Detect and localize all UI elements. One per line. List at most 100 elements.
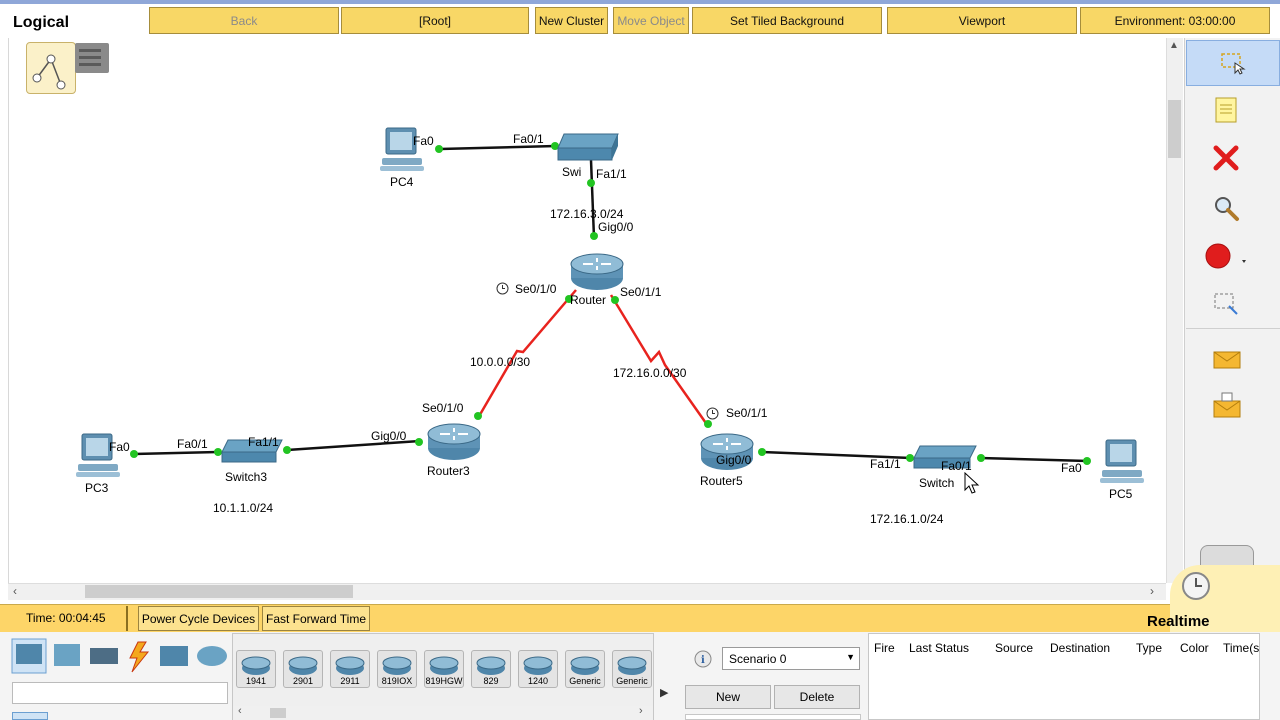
power-cycle-devices-button[interactable]: Power Cycle Devices	[138, 606, 259, 631]
router3-serial-label: Se0/1/0	[422, 401, 464, 415]
pdu-column-fire: Fire	[874, 641, 895, 655]
device-model-label: 2911	[340, 676, 360, 686]
resize-shape-icon[interactable]	[1196, 284, 1256, 324]
scroll-left-icon[interactable]: ‹	[13, 584, 17, 598]
chevron-down-icon: ▼	[846, 652, 855, 662]
device-model-829[interactable]: 829	[471, 650, 511, 688]
realtime-mode-label: Realtime	[1147, 613, 1210, 630]
router-se011-label: Se0/1/1	[620, 285, 662, 299]
device-model-scrollbar[interactable]	[233, 706, 653, 720]
device-model-label: 2901	[292, 676, 314, 686]
pdu-column-color: Color	[1180, 641, 1209, 655]
router-icon[interactable]	[569, 252, 625, 292]
switch3-port-left-label: Fa0/1	[177, 437, 208, 451]
add-complex-pdu-icon[interactable]	[1196, 386, 1256, 426]
switch3-name-label: Switch3	[225, 470, 268, 484]
pdu-column-last-status: Last Status	[909, 641, 970, 655]
router5-serial-label: Se0/1/1	[726, 406, 768, 420]
device-model-label: 1240	[527, 676, 549, 686]
router5-name-label: Router5	[700, 474, 743, 488]
network-top-label: 172.16.3.0/24	[550, 207, 624, 221]
device-model-scroll-thumb[interactable]	[270, 708, 286, 718]
pdu-column-type: Type	[1136, 641, 1163, 655]
device-model-label: 829	[483, 676, 499, 686]
network-left-lan-label: 10.1.1.0/24	[213, 501, 274, 515]
link-switch-router	[589, 159, 596, 239]
delete-icon[interactable]	[1196, 138, 1256, 178]
inspect-icon[interactable]	[1196, 188, 1256, 228]
new-scenario-button[interactable]: New	[685, 685, 771, 709]
dce-clock-icon	[496, 282, 509, 295]
router3-gig-label: Gig0/0	[371, 429, 407, 443]
svg-text:i: i	[701, 655, 705, 666]
scenario-select[interactable]: Scenario 0 ▼	[722, 647, 860, 670]
device-model-2911[interactable]: 2911	[330, 650, 370, 688]
router3-name-label: Router3	[427, 464, 470, 478]
serial-link-right	[609, 294, 710, 427]
network-left-serial-label: 10.0.0.0/30	[470, 355, 531, 369]
device-model-generic[interactable]: Generic	[565, 650, 605, 688]
device-model-label: 1941	[245, 676, 267, 686]
device-type-name-box	[12, 682, 228, 704]
pc5-name-label: PC5	[1109, 487, 1133, 501]
scroll-right-icon[interactable]: ›	[639, 705, 643, 717]
device-model-1941[interactable]: 1941	[236, 650, 276, 688]
pc5-port-label: Fa0	[1061, 461, 1082, 475]
device-category-bar	[10, 638, 230, 678]
expand-arrow-icon[interactable]: ▶	[660, 686, 668, 699]
device-model-819iox[interactable]: 819IOX	[377, 650, 417, 688]
serial-link-left	[476, 289, 577, 419]
link-pc3-switch3	[133, 450, 219, 456]
scenario-toggle-bar[interactable]	[685, 714, 861, 720]
router5-gig-label: Gig0/0	[716, 453, 752, 467]
horizontal-scroll-thumb[interactable]	[85, 585, 353, 598]
scenario-select-value: Scenario 0	[729, 651, 787, 666]
status-divider	[126, 606, 128, 631]
pc3-port-label: Fa0	[109, 440, 130, 454]
device-model-819hgw[interactable]: 819HGW	[424, 650, 464, 688]
router-gig-port-label: Gig0/0	[598, 220, 634, 234]
scroll-left-icon[interactable]: ‹	[238, 705, 242, 717]
draw-ellipse-icon[interactable]	[1196, 236, 1256, 276]
network-right-serial-label: 172.16.0.0/30	[613, 366, 687, 380]
device-subcategory-bar[interactable]	[12, 712, 48, 720]
vertical-scroll-thumb[interactable]	[1168, 100, 1181, 158]
realtime-clock-icon[interactable]	[1180, 570, 1212, 602]
pdu-column-source: Source	[995, 641, 1034, 655]
pdu-column-time: Time(s	[1223, 641, 1260, 655]
select-tool[interactable]	[1186, 40, 1280, 86]
top-switch-port-down-label: Fa1/1	[596, 167, 627, 181]
simulation-time: Time: 00:04:45	[26, 611, 106, 625]
top-switch-icon[interactable]	[556, 130, 620, 164]
device-model-generic[interactable]: Generic	[612, 650, 652, 688]
right-switch-name-label: Switch	[919, 476, 955, 490]
network-right-lan-label: 172.16.1.0/24	[870, 512, 944, 526]
right-switch-port-left-label: Fa1/1	[870, 457, 901, 471]
scroll-up-icon[interactable]: ▲	[1169, 40, 1179, 51]
device-model-label: 819IOX	[381, 676, 413, 686]
device-model-2901[interactable]: 2901	[283, 650, 323, 688]
router-se010-label: Se0/1/0	[515, 282, 557, 296]
router3-icon[interactable]	[426, 422, 482, 462]
top-switch-name-label: Swi	[562, 165, 582, 179]
pc3-name-label: PC3	[85, 481, 109, 495]
pc5-icon[interactable]	[1098, 438, 1146, 486]
dce-clock-icon	[706, 407, 719, 420]
note-icon[interactable]	[1196, 90, 1256, 130]
add-simple-pdu-icon[interactable]	[1196, 338, 1256, 378]
info-icon[interactable]: i	[694, 650, 712, 668]
top-switch-port-left-label: Fa0/1	[513, 132, 544, 146]
router-name-label: Router	[570, 293, 607, 307]
fast-forward-time-button[interactable]: Fast Forward Time	[262, 606, 370, 631]
pc4-port-label: Fa0	[413, 134, 434, 148]
pdu-column-destination: Destination	[1050, 641, 1111, 655]
right-switch-port-right-label: Fa0/1	[941, 459, 972, 473]
device-model-label: 819HGW	[425, 676, 463, 686]
device-model-label: Generic	[569, 676, 601, 686]
delete-scenario-button[interactable]: Delete	[774, 685, 860, 709]
device-model-1240[interactable]: 1240	[518, 650, 558, 688]
link-pc4-switch	[439, 144, 557, 151]
device-model-label: Generic	[616, 676, 648, 686]
switch3-port-right-label: Fa1/1	[248, 435, 279, 449]
scroll-right-icon[interactable]: ›	[1150, 584, 1154, 598]
